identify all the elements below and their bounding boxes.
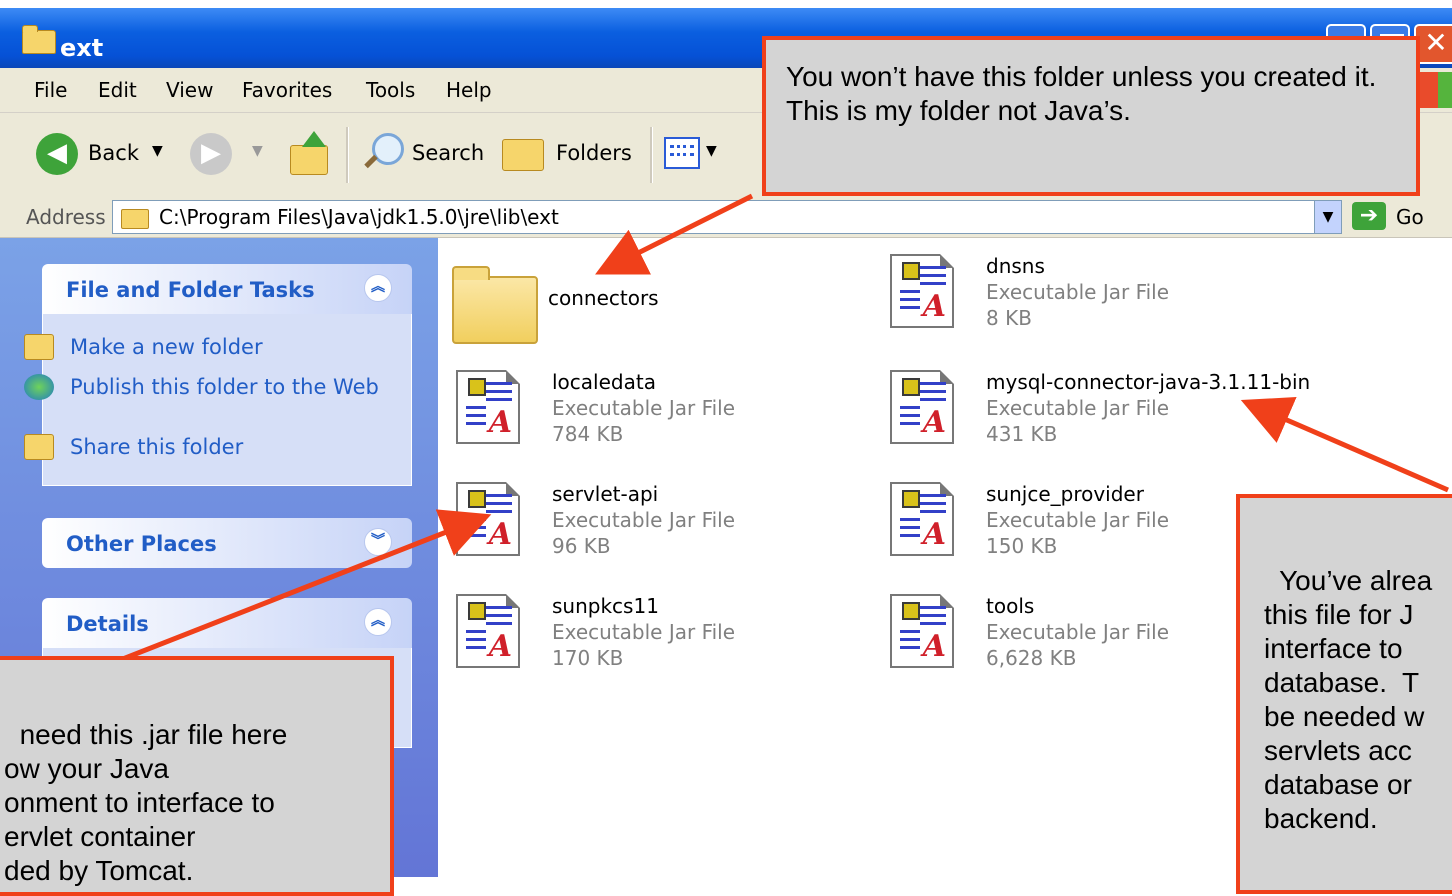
file-type: Executable Jar File bbox=[986, 396, 1170, 420]
callout-top-text: You won’t have this folder unless you cr… bbox=[786, 61, 1377, 126]
search-icon[interactable] bbox=[362, 133, 404, 173]
task-publish-folder[interactable]: Publish this folder to the Web bbox=[24, 374, 390, 400]
file-name: connectors bbox=[548, 286, 659, 310]
file-item-sunjce-provider[interactable]: A sunjce_provider Executable Jar File 15… bbox=[890, 482, 1220, 562]
forward-arrow-icon[interactable]: ▶ bbox=[190, 133, 232, 175]
task-share-folder[interactable]: Share this folder bbox=[24, 434, 243, 460]
file-size: 8 KB bbox=[986, 306, 1032, 330]
windows-logo-icon bbox=[1418, 72, 1452, 108]
jar-file-icon: A bbox=[456, 482, 520, 556]
file-name: dnsns bbox=[986, 254, 1045, 278]
menu-file[interactable]: File bbox=[34, 78, 67, 102]
folder-icon bbox=[121, 209, 149, 229]
chevron-down-icon[interactable]: ︾ bbox=[364, 528, 392, 556]
toolbar-separator bbox=[346, 127, 349, 183]
go-button[interactable]: Go bbox=[1396, 205, 1424, 229]
back-arrow-icon[interactable]: ◀ bbox=[36, 133, 78, 175]
file-type: Executable Jar File bbox=[986, 508, 1170, 532]
jar-file-icon: A bbox=[456, 370, 520, 444]
chevron-up-icon[interactable]: ︽ bbox=[364, 274, 392, 302]
other-places-header[interactable]: Other Places ︾ bbox=[42, 518, 412, 568]
share-folder-icon bbox=[24, 434, 54, 460]
file-item-mysql-connector[interactable]: A mysql-connector-java-3.1.11-bin Execut… bbox=[890, 370, 1330, 450]
details-header[interactable]: Details ︽ bbox=[42, 598, 412, 648]
panel-title: File and Folder Tasks bbox=[66, 278, 315, 302]
search-button[interactable]: Search bbox=[412, 141, 484, 165]
up-folder-icon[interactable] bbox=[290, 131, 330, 175]
menu-favorites[interactable]: Favorites bbox=[242, 78, 332, 102]
back-dropdown[interactable]: ▼ bbox=[152, 143, 163, 159]
menu-tools[interactable]: Tools bbox=[366, 78, 415, 102]
forward-dropdown[interactable]: ▼ bbox=[252, 143, 263, 159]
address-input[interactable]: C:\Program Files\Java\jdk1.5.0\jre\lib\e… bbox=[112, 200, 1342, 234]
callout-right-text: You’ve alrea this file for J interface t… bbox=[1264, 565, 1433, 834]
file-type: Executable Jar File bbox=[552, 396, 736, 420]
file-item-dnsns[interactable]: A dnsns Executable Jar File 8 KB bbox=[890, 254, 1310, 334]
file-name: tools bbox=[986, 594, 1035, 618]
views-icon[interactable] bbox=[664, 137, 700, 169]
file-size: 96 KB bbox=[552, 534, 611, 558]
window-title: ext bbox=[60, 34, 104, 62]
file-size: 170 KB bbox=[552, 646, 624, 670]
address-path: C:\Program Files\Java\jdk1.5.0\jre\lib\e… bbox=[159, 205, 559, 229]
file-name: sunjce_provider bbox=[986, 482, 1144, 506]
callout-top: You won’t have this folder unless you cr… bbox=[762, 36, 1420, 196]
file-type: Executable Jar File bbox=[552, 620, 736, 644]
file-name: sunpkcs11 bbox=[552, 594, 659, 618]
file-type: Executable Jar File bbox=[552, 508, 736, 532]
views-dropdown[interactable]: ▼ bbox=[706, 143, 717, 159]
file-size: 784 KB bbox=[552, 422, 624, 446]
file-name: servlet-api bbox=[552, 482, 659, 506]
menu-edit[interactable]: Edit bbox=[98, 78, 137, 102]
chevron-up-icon[interactable]: ︽ bbox=[364, 608, 392, 636]
folder-icon bbox=[452, 266, 538, 344]
file-item-sunpkcs11[interactable]: A sunpkcs11 Executable Jar File 170 KB bbox=[456, 594, 836, 674]
file-item-connectors[interactable]: connectors bbox=[452, 264, 752, 344]
menu-view[interactable]: View bbox=[166, 78, 213, 102]
jar-file-icon: A bbox=[890, 370, 954, 444]
toolbar-separator bbox=[650, 127, 653, 183]
jar-file-icon: A bbox=[890, 482, 954, 556]
menu-help[interactable]: Help bbox=[446, 78, 492, 102]
address-label: Address bbox=[26, 205, 106, 229]
folders-button[interactable]: Folders bbox=[556, 141, 632, 165]
file-type: Executable Jar File bbox=[986, 620, 1170, 644]
file-size: 6,628 KB bbox=[986, 646, 1077, 670]
file-item-localedata[interactable]: A localedata Executable Jar File 784 KB bbox=[456, 370, 836, 450]
folder-icon bbox=[22, 25, 56, 54]
panel-title: Details bbox=[66, 612, 149, 636]
file-item-servlet-api[interactable]: A servlet-api Executable Jar File 96 KB bbox=[456, 482, 836, 562]
globe-icon bbox=[24, 374, 54, 400]
file-name: mysql-connector-java-3.1.11-bin bbox=[986, 370, 1311, 394]
new-folder-icon bbox=[24, 334, 54, 360]
folders-icon[interactable] bbox=[502, 139, 544, 171]
jar-file-icon: A bbox=[456, 594, 520, 668]
task-make-new-folder[interactable]: Make a new folder bbox=[24, 334, 263, 360]
callout-right: You’ve alrea this file for J interface t… bbox=[1236, 494, 1452, 894]
back-button[interactable]: Back bbox=[88, 141, 139, 165]
jar-file-icon: A bbox=[890, 254, 954, 328]
file-item-tools[interactable]: A tools Executable Jar File 6,628 KB bbox=[890, 594, 1220, 674]
go-arrow-icon[interactable]: ➔ bbox=[1352, 202, 1386, 230]
callout-left-text: need this .jar file here ow your Java on… bbox=[4, 719, 288, 886]
chevron-down-icon[interactable]: ▼ bbox=[1314, 201, 1341, 233]
file-type: Executable Jar File bbox=[986, 280, 1170, 304]
address-bar: Address C:\Program Files\Java\jdk1.5.0\j… bbox=[0, 197, 1452, 238]
jar-file-icon: A bbox=[890, 594, 954, 668]
panel-title: Other Places bbox=[66, 532, 217, 556]
file-name: localedata bbox=[552, 370, 656, 394]
file-folder-tasks-header[interactable]: File and Folder Tasks ︽ bbox=[42, 264, 412, 314]
file-size: 150 KB bbox=[986, 534, 1058, 558]
callout-left: need this .jar file here ow your Java on… bbox=[0, 656, 394, 896]
file-size: 431 KB bbox=[986, 422, 1058, 446]
